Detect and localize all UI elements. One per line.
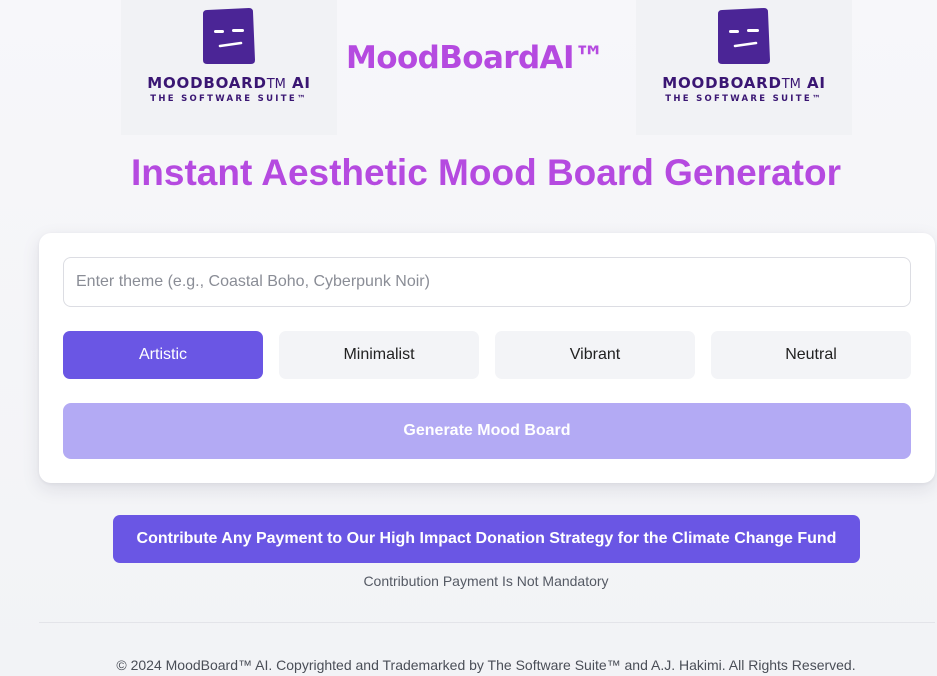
style-option-neutral[interactable]: Neutral <box>711 331 911 379</box>
moody-face-mascot-icon <box>718 8 770 64</box>
style-option-minimalist[interactable]: Minimalist <box>279 331 479 379</box>
style-option-artistic[interactable]: Artistic <box>63 331 263 379</box>
page-title: Instant Aesthetic Mood Board Generator <box>131 152 841 193</box>
logo-left: MOODBOARDTM AI THE SOFTWARE SUITE™ <box>121 0 337 135</box>
moody-face-mascot-icon <box>203 8 255 64</box>
logo-tagline: THE SOFTWARE SUITE™ <box>665 94 823 104</box>
logo-wordmark: MOODBOARDTM AI <box>662 74 826 92</box>
logo-right: MOODBOARDTM AI THE SOFTWARE SUITE™ <box>636 0 852 135</box>
donate-button[interactable]: Contribute Any Payment to Our High Impac… <box>113 515 860 563</box>
style-option-vibrant[interactable]: Vibrant <box>495 331 695 379</box>
logo-wordmark: MOODBOARDTM AI <box>147 74 311 92</box>
brand-title: MoodBoardAI™ <box>346 40 605 76</box>
page: MOODBOARDTM AI THE SOFTWARE SUITE™ MoodB… <box>0 0 937 676</box>
footer-copyright: © 2024 MoodBoard™ AI. Copyrighted and Tr… <box>116 657 856 673</box>
footer-divider <box>39 622 935 623</box>
donation-note: Contribution Payment Is Not Mandatory <box>363 573 609 589</box>
logo-tagline: THE SOFTWARE SUITE™ <box>150 94 308 104</box>
theme-input[interactable] <box>63 257 911 307</box>
generator-card: Artistic Minimalist Vibrant Neutral Gene… <box>39 233 935 483</box>
generate-mood-board-button[interactable]: Generate Mood Board <box>63 403 911 459</box>
